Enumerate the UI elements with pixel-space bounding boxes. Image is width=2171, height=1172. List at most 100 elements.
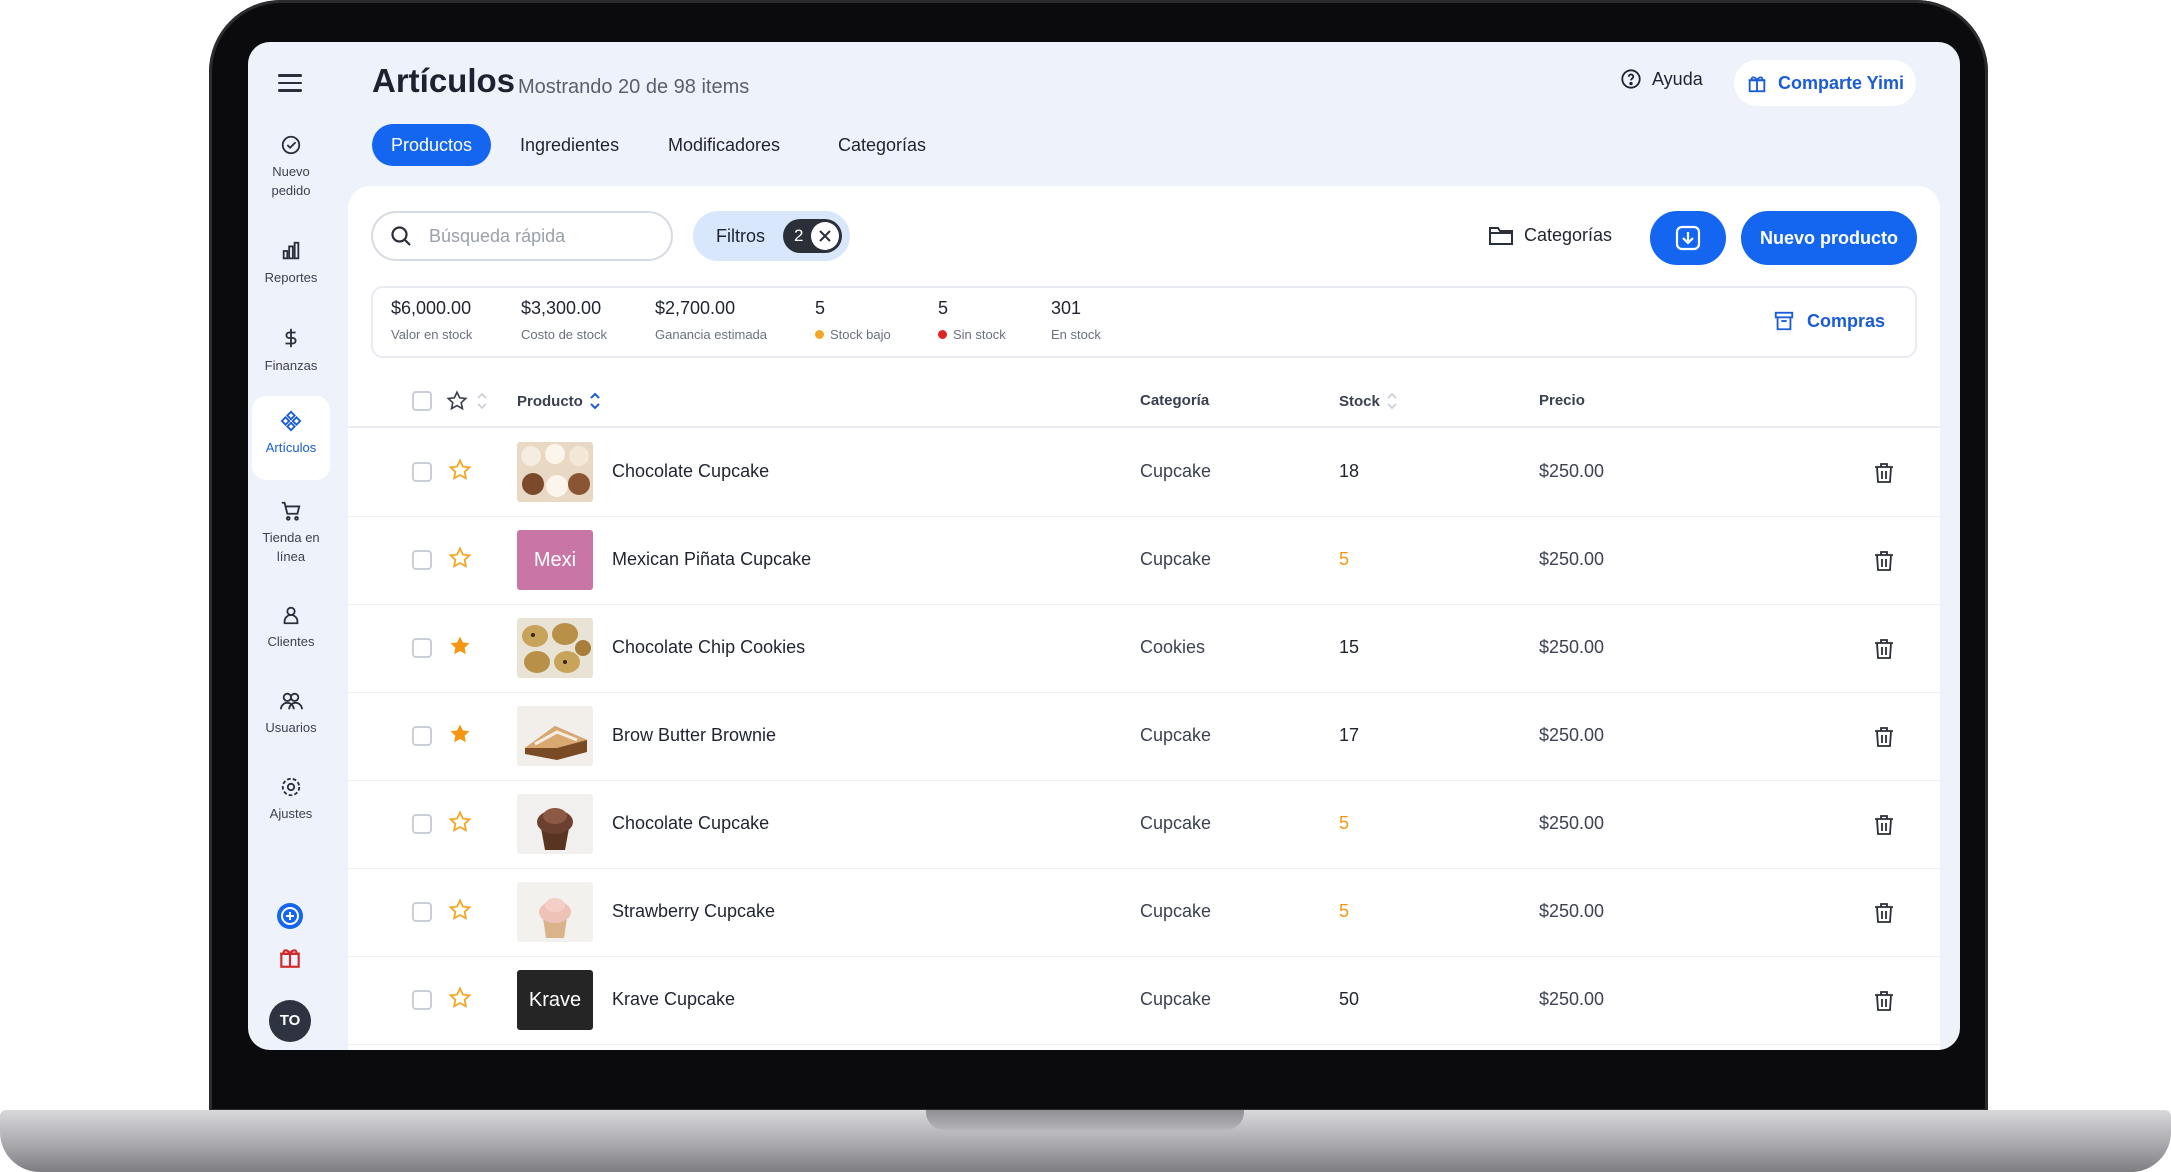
table-row[interactable]: Chocolate Cupcake Cupcake 5 $250.00 [348,780,1940,869]
star-outline-icon[interactable] [446,390,468,412]
new-product-button[interactable]: Nuevo producto [1741,211,1917,265]
star-outline-icon[interactable] [448,546,472,575]
product-name[interactable]: Mexican Piñata Cupcake [612,549,811,570]
star-outline-icon[interactable] [448,810,472,839]
product-thumbnail [517,618,593,678]
row-checkbox[interactable] [412,726,432,746]
stat-label: Sin stock [953,327,1006,342]
search-input[interactable] [427,224,651,248]
tab-modificadores[interactable]: Modificadores [649,124,799,166]
column-header-category[interactable]: Categoría [1140,392,1209,409]
add-circle-button[interactable] [277,903,303,929]
column-label: Precio [1539,392,1585,409]
trash-icon[interactable] [1874,726,1894,753]
table-row[interactable]: Brow Butter Brownie Cupcake 17 $250.00 [348,692,1940,781]
purchases-button[interactable]: Compras [1773,310,1885,332]
download-icon [1675,225,1701,251]
stat-valor-en-stock: $6,000.00 Valor en stock [391,298,472,342]
sidebar-item-nuevo-pedido[interactable]: Nuevo pedido [252,134,330,200]
stat-value: $3,300.00 [521,298,602,318]
star-outline-icon[interactable] [448,986,472,1015]
stat-value: 5 [815,298,826,318]
categories-button[interactable]: Categorías [1488,224,1612,246]
product-category: Cupcake [1140,549,1212,569]
tab-productos[interactable]: Productos [372,124,492,166]
product-price: $250.00 [1539,637,1605,657]
trash-icon[interactable] [1874,462,1894,489]
row-checkbox[interactable] [412,902,432,922]
sidebar-item-finanzas[interactable]: Finanzas [252,326,330,375]
stat-label: Stock bajo [830,327,891,342]
table-row[interactable]: Chocolate Chip Cookies Cookies 15 $250.00 [348,604,1940,693]
product-thumbnail [517,882,593,942]
row-checkbox[interactable] [412,462,432,482]
product-name[interactable]: Brow Butter Brownie [612,725,776,746]
sidebar-item-reportes[interactable]: Reportes [252,240,330,287]
filters-count-badge: 2 [783,219,843,253]
filters-button[interactable]: Filtros 2 [693,211,850,261]
folder-icon [1489,227,1513,245]
product-price: $250.00 [1539,901,1605,921]
stat-costo-de-stock: $3,300.00 Costo de stock [521,298,607,342]
sidebar-item-label: Usuarios [265,720,317,735]
product-stock: 50 [1339,989,1360,1009]
select-all-checkbox[interactable] [412,391,432,411]
laptop-notch [926,1110,1244,1130]
row-checkbox[interactable] [412,990,432,1010]
row-checkbox[interactable] [412,550,432,570]
page-subtitle: Mostrando 20 de 98 items [518,76,750,98]
purchases-label: Compras [1806,310,1885,331]
product-name[interactable]: Chocolate Chip Cookies [612,637,805,658]
gift-icon [280,949,300,968]
app-screen: Nuevo pedido Reportes Finanzas Artículos… [248,42,1960,1050]
categories-label: Categorías [1524,224,1613,245]
search-box[interactable] [371,211,673,261]
sort-icon[interactable] [476,392,488,410]
star-outline-icon[interactable] [448,458,472,487]
stat-sin-stock: 5 Sin stock [938,298,1006,342]
table-row[interactable]: Chocolate Cupcake Cupcake 18 $250.00 [348,428,1940,517]
product-thumbnail: Krave [517,970,593,1030]
product-name[interactable]: Chocolate Cupcake [612,813,769,834]
product-name[interactable]: Chocolate Cupcake [612,461,769,482]
menu-icon[interactable] [278,74,302,92]
sidebar-item-clientes[interactable]: Clientes [252,604,330,651]
table-row[interactable]: Mexi Mexican Piñata Cupcake Cupcake 5 $250.0… [348,516,1940,605]
product-category: Cupcake [1140,461,1212,481]
table-header: Producto Categoría Stock Precio [348,376,1940,428]
column-header-price[interactable]: Precio [1539,392,1585,409]
sidebar-item-articulos[interactable]: Artículos [252,396,330,480]
filters-label: Filtros [716,225,765,246]
stats-bar: $6,000.00 Valor en stock $3,300.00 Costo… [371,286,1917,358]
column-header-product[interactable]: Producto [517,392,601,410]
share-button[interactable]: Comparte Yimi [1734,60,1916,106]
help-link[interactable]: Ayuda [1620,68,1703,90]
product-name[interactable]: Krave Cupcake [612,989,735,1010]
product-category: Cookies [1140,637,1206,657]
tab-ingredientes[interactable]: Ingredientes [501,124,638,166]
sidebar-item-usuarios[interactable]: Usuarios [252,690,330,737]
column-header-stock[interactable]: Stock [1339,392,1398,410]
row-checkbox[interactable] [412,814,432,834]
clear-filters-button[interactable] [811,222,840,250]
sidebar-item-ajustes[interactable]: Ajustes [252,776,330,823]
star-outline-icon[interactable] [448,898,472,927]
trash-icon[interactable] [1874,902,1894,929]
avatar[interactable]: TO [269,1000,311,1042]
table-row[interactable]: Strawberry Cupcake Cupcake 5 $250.00 [348,868,1940,957]
trash-icon[interactable] [1874,990,1894,1017]
table-row[interactable]: Krave Krave Cupcake Cupcake 50 $250.00 [348,956,1940,1045]
star-filled-icon[interactable] [448,722,472,751]
tab-categorias[interactable]: Categorías [819,124,945,166]
row-checkbox[interactable] [412,638,432,658]
stat-label: Valor en stock [391,327,473,342]
sidebar-item-tienda[interactable]: Tienda en línea [252,500,330,566]
gift-button[interactable] [277,944,303,970]
trash-icon[interactable] [1874,638,1894,665]
download-button[interactable] [1650,211,1726,265]
product-name[interactable]: Strawberry Cupcake [612,901,775,922]
stat-stock-bajo: 5 Stock bajo [815,298,891,342]
trash-icon[interactable] [1874,550,1894,577]
star-filled-icon[interactable] [448,634,472,663]
trash-icon[interactable] [1874,814,1894,841]
